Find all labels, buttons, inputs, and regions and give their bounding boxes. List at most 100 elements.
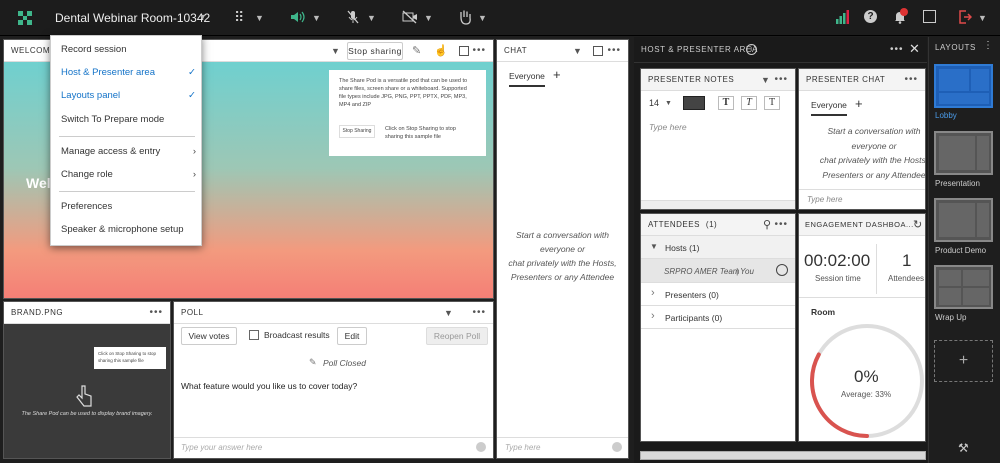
pointer-click-icon — [74, 384, 94, 410]
chat-pod-chevron-icon[interactable]: ▼ — [573, 46, 582, 56]
leave-chevron-down-icon[interactable]: ▼ — [978, 13, 987, 23]
hosts-group[interactable]: ▼ Hosts (1) — [641, 236, 795, 259]
share-pod-menu-icon[interactable]: ••• — [472, 45, 486, 56]
thumb-block — [977, 203, 989, 237]
maximize-icon[interactable] — [459, 46, 469, 56]
raise-hand-icon[interactable] — [458, 9, 472, 27]
broadcast-results-label[interactable]: Broadcast results — [264, 330, 330, 340]
add-chat-tab-icon[interactable]: + — [553, 67, 561, 82]
info-line-4: MP4 and ZIP — [339, 102, 372, 108]
presenter-chat-empty: Start a conversation with everyone or ch… — [799, 124, 926, 182]
speaker-icon[interactable] — [290, 10, 306, 26]
menu-item-label: Record session — [61, 44, 127, 55]
notes-input[interactable]: Type here — [649, 122, 687, 132]
brand-hint-line-1: Click on Stop Sharing to stop — [98, 351, 157, 356]
camera-off-icon[interactable] — [402, 10, 418, 26]
fullscreen-icon[interactable] — [923, 10, 936, 23]
layout-label-product-demo[interactable]: Product Demo — [935, 246, 986, 255]
search-icon[interactable]: ⚲ — [763, 218, 772, 231]
presenter-chat-menu-icon[interactable]: ••• — [904, 74, 918, 85]
close-icon[interactable]: ✕ — [909, 41, 921, 57]
presenter-chat-input[interactable]: Type here — [807, 195, 842, 204]
menu-item-record-session[interactable]: Record session — [61, 41, 196, 59]
host-area-scrollbar[interactable] — [640, 451, 926, 460]
draw-pencil-icon[interactable]: ✎ — [412, 44, 422, 57]
reopen-poll-button[interactable]: Reopen Poll — [426, 327, 488, 345]
info-stop-sharing-button: Stop Sharing — [339, 125, 375, 138]
camera-chevron-down-icon[interactable]: ▼ — [424, 13, 433, 23]
underline-button[interactable]: T — [764, 96, 780, 110]
broadcast-checkbox[interactable] — [249, 330, 259, 340]
notes-chevron-icon[interactable]: ▼ — [761, 75, 770, 85]
menu-item-change-role[interactable]: Change role › — [61, 166, 196, 184]
host-area-title: HOST & PRESENTER AREA — [641, 45, 758, 54]
edit-poll-button[interactable]: Edit — [337, 327, 367, 345]
presenters-group[interactable]: › Presenters (0) — [641, 283, 795, 306]
menu-item-preferences[interactable]: Preferences — [61, 198, 196, 216]
room-chevron-down-icon[interactable]: ▼ — [198, 12, 207, 22]
layout-thumb-presentation[interactable] — [934, 131, 993, 175]
poll-pod-menu-icon[interactable]: ••• — [472, 307, 486, 318]
stop-sharing-button[interactable]: Stop sharing — [347, 42, 403, 60]
menu-item-host-presenter-area[interactable]: Host & Presenter area ✓ — [61, 64, 196, 82]
engagement-average: Average: 33% — [841, 390, 892, 399]
refresh-icon[interactable]: ↻ — [913, 218, 923, 231]
chat-input[interactable]: Type here — [505, 443, 540, 452]
poll-status: Poll Closed — [323, 358, 366, 368]
menu-item-layouts-panel[interactable]: Layouts panel ✓ — [61, 87, 196, 105]
bold-button[interactable]: T — [718, 96, 734, 110]
chat-tab-everyone[interactable]: Everyone — [509, 71, 545, 87]
horizontal-scrollbar[interactable] — [641, 200, 795, 209]
layout-thumb-product-demo[interactable] — [934, 198, 993, 242]
thumb-block — [977, 136, 989, 170]
layout-thumb-wrap-up[interactable] — [934, 265, 993, 309]
brand-caption: The Share Pod can be used to display bra… — [21, 411, 153, 417]
notes-menu-icon[interactable]: ••• — [774, 74, 788, 85]
poll-pod-chevron-icon[interactable]: ▼ — [444, 308, 453, 318]
layouts-grid-icon[interactable]: ⠿ — [234, 9, 244, 26]
layout-label-presentation[interactable]: Presentation — [935, 179, 980, 188]
info-icon[interactable]: i — [746, 44, 757, 55]
chat-pod-menu-icon[interactable]: ••• — [607, 45, 621, 56]
attendee-row[interactable]: SRPRO AMER Team | You — [641, 259, 795, 283]
hand-chevron-down-icon[interactable]: ▼ — [478, 13, 487, 23]
presenter-chat-tab-everyone[interactable]: Everyone — [811, 100, 847, 116]
engagement-percent: 0% — [854, 367, 879, 386]
menu-item-speaker-mic-setup[interactable]: Speaker & microphone setup — [61, 221, 196, 239]
layout-label-wrap-up[interactable]: Wrap Up — [935, 313, 966, 322]
chat-pod-title: CHAT — [504, 46, 528, 55]
mic-chevron-down-icon[interactable]: ▼ — [367, 13, 376, 23]
leave-room-icon[interactable] — [958, 10, 973, 26]
participants-label: Participants (0) — [665, 313, 723, 323]
layouts-menu-icon[interactable]: ⋮ — [983, 40, 993, 51]
host-area-menu-icon[interactable]: ••• — [890, 44, 904, 55]
layout-label-lobby[interactable]: Lobby — [935, 111, 957, 120]
share-pod-chevron-icon[interactable]: ▼ — [331, 46, 340, 56]
help-icon[interactable]: ? — [864, 10, 877, 23]
brand-pod-menu-icon[interactable]: ••• — [149, 307, 163, 318]
tools-wrench-icon[interactable]: ⚒ — [958, 441, 969, 455]
grid-chevron-down-icon[interactable]: ▼ — [255, 13, 264, 23]
speaker-chevron-down-icon[interactable]: ▼ — [312, 13, 321, 23]
chat-maximize-icon[interactable] — [593, 46, 603, 56]
attendees-menu-icon[interactable]: ••• — [774, 219, 788, 230]
presenter-chat-pod: PRESENTER CHAT ••• Everyone + Start a co… — [798, 68, 926, 210]
pointer-hand-icon[interactable]: ☝ — [434, 44, 448, 57]
italic-button[interactable]: T — [741, 96, 757, 110]
poll-answer-input[interactable]: Type your answer here — [181, 443, 262, 452]
menu-item-manage-access[interactable]: Manage access & entry › — [61, 143, 196, 161]
presenter-chat-add-tab-icon[interactable]: + — [855, 96, 863, 111]
text-color-swatch[interactable] — [683, 96, 705, 110]
room-title[interactable]: Dental Webinar Room-10342 — [55, 11, 210, 25]
pchat-line-4: Presenters or any Attendee — [822, 169, 926, 180]
layout-thumb-lobby[interactable] — [934, 64, 993, 108]
microphone-muted-icon[interactable] — [346, 10, 360, 26]
view-votes-button[interactable]: View votes — [181, 327, 237, 345]
thumb-block — [939, 288, 961, 305]
font-size-chevron-icon[interactable]: ▼ — [665, 100, 672, 107]
thumb-block — [939, 93, 989, 104]
add-layout-button[interactable]: + — [934, 340, 993, 382]
menu-item-prepare-mode[interactable]: Switch To Prepare mode — [61, 111, 196, 129]
font-size-select[interactable]: 14 — [649, 98, 659, 108]
participants-group[interactable]: › Participants (0) — [641, 306, 795, 329]
